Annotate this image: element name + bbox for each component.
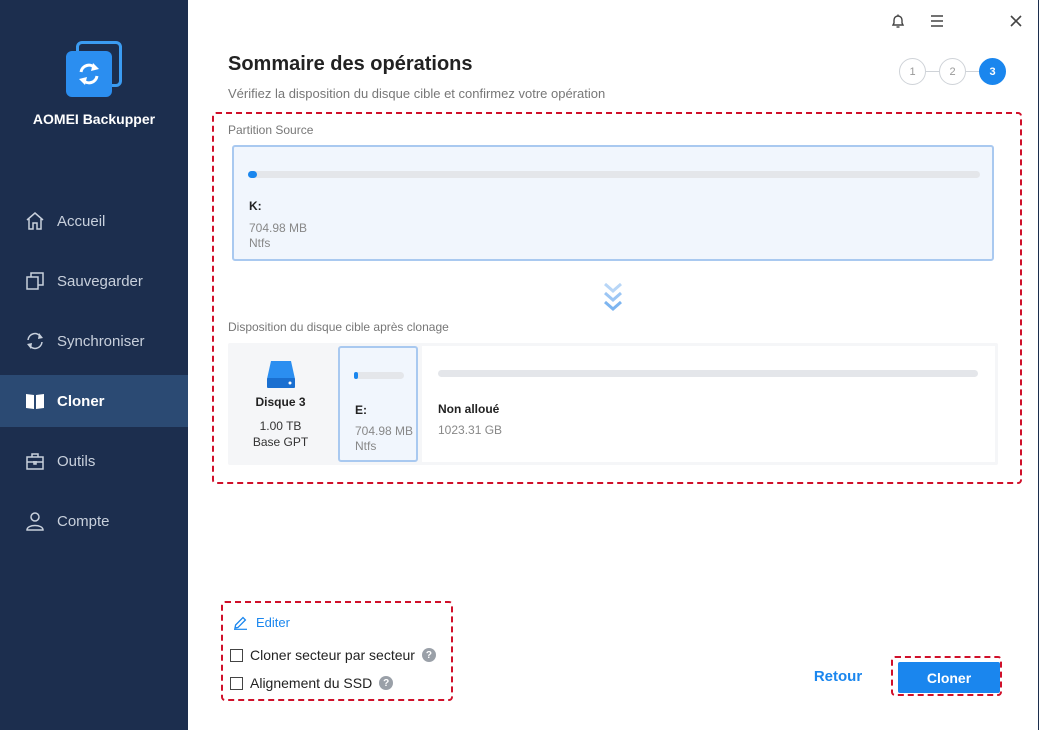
chevron-down-icon [602, 281, 624, 313]
home-icon [24, 210, 46, 232]
step-3: 3 [979, 58, 1006, 85]
sidebar-item-synchroniser[interactable]: Synchroniser [0, 315, 188, 367]
back-button[interactable]: Retour [798, 668, 878, 685]
tools-icon [24, 450, 46, 472]
target-partition-size: 704.98 MB [355, 424, 414, 438]
help-icon[interactable]: ? [379, 676, 394, 690]
bell-icon[interactable] [887, 10, 909, 32]
target-partition-fs: Ntfs [355, 439, 377, 453]
clone-button[interactable]: Cloner [898, 662, 1000, 693]
sidebar-item-outils[interactable]: Outils [0, 435, 188, 487]
target-partition-letter: E: [355, 403, 367, 417]
disk-type: Base GPT [252, 435, 309, 449]
close-icon[interactable] [1005, 10, 1027, 32]
menu-icon[interactable] [926, 10, 948, 32]
account-icon [24, 510, 46, 532]
help-icon[interactable]: ? [421, 648, 436, 662]
sidebar-item-label: Outils [57, 452, 96, 470]
ssd-alignment-checkbox[interactable] [230, 676, 243, 690]
sidebar-item-compte[interactable]: Compte [0, 495, 188, 547]
clone-icon [24, 390, 46, 412]
app-name: AOMEI Backupper [32, 111, 156, 127]
sidebar-item-cloner[interactable]: Cloner [0, 375, 188, 427]
sidebar-item-accueil[interactable]: Accueil [0, 195, 188, 247]
source-label: Partition Source [228, 123, 314, 137]
page-subtitle: Vérifiez la disposition du disque cible … [228, 86, 606, 101]
edit-label: Editer [256, 615, 290, 630]
source-partition-size: 704.98 MB [249, 221, 308, 235]
disk-size: 1.00 TB [259, 419, 302, 433]
target-disk[interactable]: Disque 3 1.00 TB Base GPT [228, 343, 333, 465]
source-partition-letter: K: [249, 199, 262, 213]
unallocated-size: 1023.31 GB [438, 423, 503, 437]
source-usage-bar [248, 171, 980, 178]
sidebar-item-label: Cloner [57, 392, 105, 410]
unallocated-label: Non alloué [438, 402, 500, 416]
sidebar-item-label: Accueil [57, 212, 106, 230]
sector-by-sector-label: Cloner secteur par secteur [250, 647, 415, 663]
backup-icon [24, 270, 46, 292]
unallocated-bar [438, 370, 978, 377]
disk-icon [267, 361, 295, 388]
sync-icon [24, 330, 46, 352]
disk-name: Disque 3 [255, 395, 306, 409]
target-disk-row: Disque 3 1.00 TB Base GPT E: 704.98 MB N… [228, 343, 998, 465]
edit-link[interactable]: Editer [233, 615, 290, 630]
source-partition-fs: Ntfs [249, 236, 271, 250]
source-partition-card[interactable]: K: 704.98 MB Ntfs [232, 145, 994, 261]
sidebar-item-label: Compte [57, 512, 110, 530]
step-indicator: 1 2 3 [899, 58, 1006, 85]
step-2: 2 [939, 58, 966, 85]
sidebar-item-label: Synchroniser [57, 332, 145, 350]
target-partition-card[interactable]: E: 704.98 MB Ntfs [338, 346, 418, 462]
option-ssd-alignment: Alignement du SSD ? [230, 675, 394, 691]
target-usage-bar [354, 372, 404, 379]
pencil-icon [234, 616, 247, 630]
unallocated-space[interactable]: Non alloué 1023.31 GB [422, 346, 995, 462]
step-1: 1 [899, 58, 926, 85]
sidebar-item-sauvegarder[interactable]: Sauvegarder [0, 255, 188, 307]
option-sector-by-sector: Cloner secteur par secteur ? [230, 647, 436, 663]
page-title: Sommaire des opérations [228, 53, 473, 75]
sector-by-sector-checkbox[interactable] [230, 648, 243, 662]
ssd-alignment-label: Alignement du SSD [250, 675, 373, 691]
sidebar: AOMEI Backupper Accueil Sauvegarder Sync… [0, 0, 188, 730]
target-label: Disposition du disque cible après clonag… [228, 320, 449, 334]
sidebar-item-label: Sauvegarder [57, 272, 143, 290]
app-logo-icon [66, 41, 122, 97]
